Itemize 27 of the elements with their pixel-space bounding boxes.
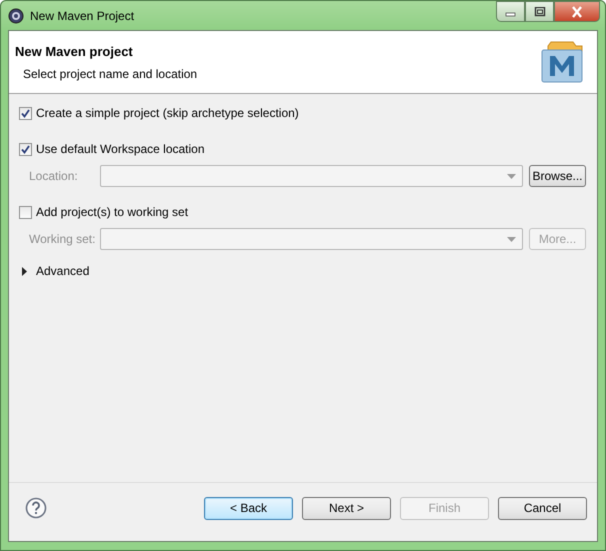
- checkbox-label[interactable]: Use default Workspace location: [36, 142, 205, 156]
- dialog-button[interactable]: Cancel: [498, 496, 587, 520]
- folder-letter-icon: [539, 40, 585, 84]
- checkbox[interactable]: [19, 206, 32, 218]
- dialog-button[interactable]: Next >: [302, 496, 391, 520]
- checkbox-label[interactable]: Create a simple project (skip archetype selection): [36, 106, 299, 120]
- checkbox[interactable]: [19, 142, 32, 156]
- close-icon[interactable]: [570, 6, 584, 18]
- window-title: New Maven Project: [30, 8, 134, 22]
- maximize-icon[interactable]: [534, 6, 546, 16]
- checkbox[interactable]: [19, 106, 32, 120]
- page-description: Select project name and location: [22, 66, 198, 80]
- field-label: Location:: [28, 169, 79, 183]
- expand-arrow-icon[interactable]: [21, 266, 28, 276]
- minimize-button[interactable]: [496, 1, 525, 22]
- help-icon[interactable]: [25, 497, 47, 519]
- combo-field[interactable]: [100, 228, 523, 250]
- combo-field[interactable]: [100, 165, 523, 187]
- dropdown-arrow-icon[interactable]: [507, 174, 516, 178]
- section-toggle[interactable]: Advanced: [36, 264, 90, 278]
- close-button[interactable]: [554, 1, 600, 22]
- dropdown-arrow-icon[interactable]: [507, 236, 516, 242]
- field-label: Working set:: [28, 232, 96, 246]
- maximize-button[interactable]: [525, 1, 554, 22]
- checkbox-label[interactable]: Add project(s) to working set: [36, 205, 188, 219]
- page-title: New Maven project: [15, 44, 134, 58]
- dialog-button[interactable]: < Back: [204, 496, 293, 520]
